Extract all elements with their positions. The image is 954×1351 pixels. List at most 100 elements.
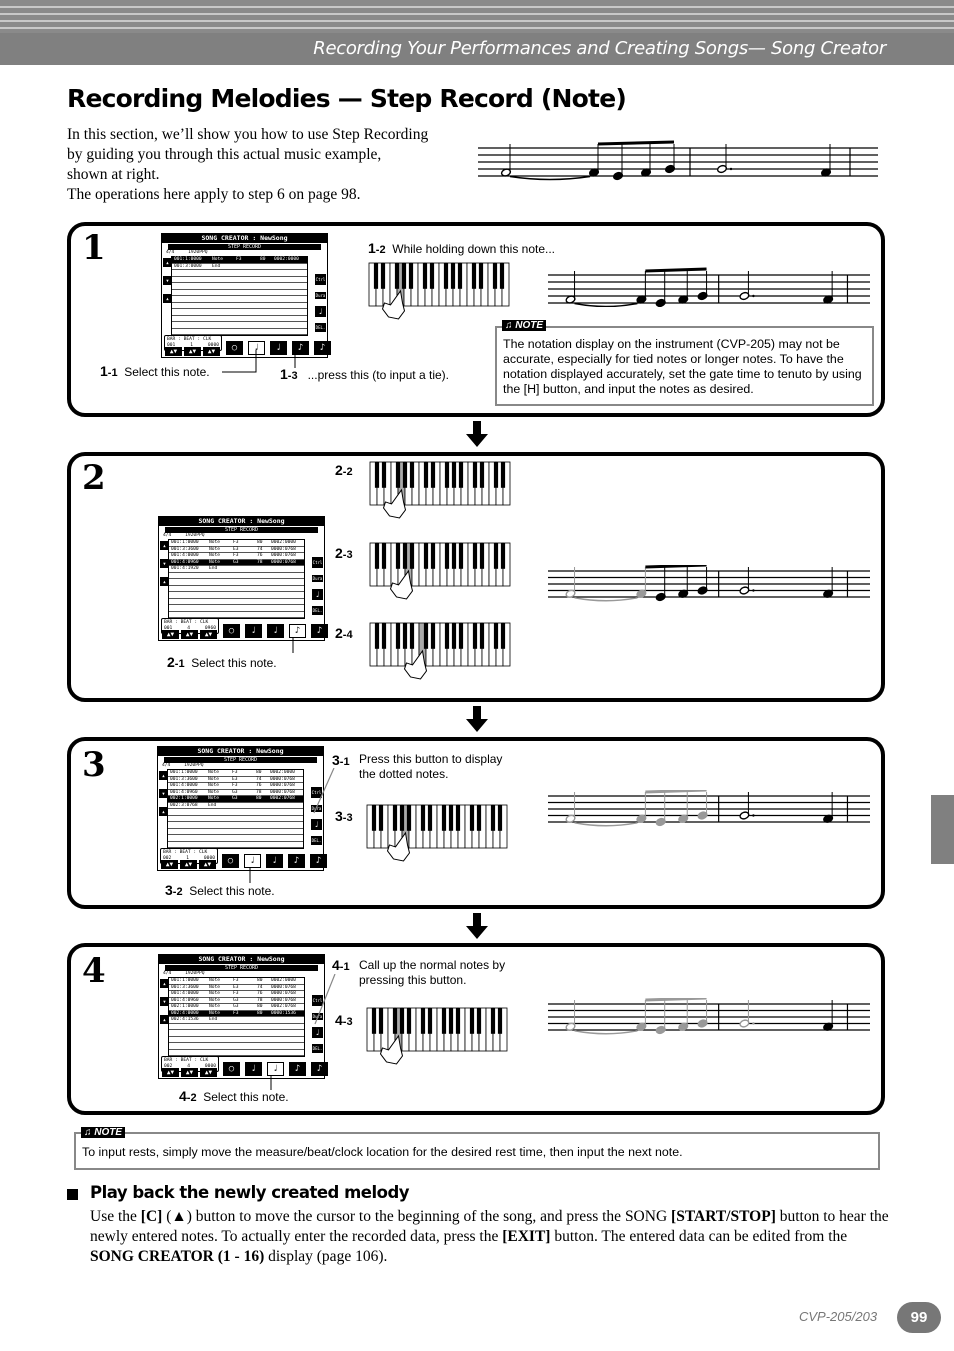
tie xyxy=(574,822,638,827)
intro-text: In this section, we’ll show you how to u… xyxy=(67,125,467,205)
note-type-button[interactable]: ♩ xyxy=(312,589,323,600)
body-text-segment: display (page 106). xyxy=(264,1248,388,1265)
note-length-button[interactable]: ♩ xyxy=(245,624,262,638)
beam xyxy=(645,998,707,1002)
duration-button[interactable]: Dura xyxy=(315,292,326,299)
note-length-button[interactable]: ♩ xyxy=(266,854,283,868)
black-key xyxy=(455,1008,461,1034)
cursor-top-button[interactable]: ▲ xyxy=(160,577,169,586)
label-2-3: 2-3 xyxy=(335,545,353,561)
note-type-button[interactable]: ♩ xyxy=(315,306,326,317)
cursor-up-button[interactable]: ▲ xyxy=(160,979,169,988)
delete-button[interactable]: DEL. xyxy=(312,1044,323,1053)
counter-up-down-button[interactable]: ▲▼ xyxy=(180,860,197,869)
counter-up-down-button[interactable]: ▲▼ xyxy=(200,1068,217,1077)
black-key xyxy=(427,805,433,831)
cursor-down-button[interactable]: ▼ xyxy=(163,276,172,285)
note-length-button[interactable]: ♪ xyxy=(314,341,331,355)
black-key xyxy=(448,1008,454,1034)
note-length-button[interactable]: ♪ xyxy=(310,854,327,868)
counter-up-down-button[interactable]: ▲▼ xyxy=(181,630,198,639)
cursor-down-button[interactable]: ▼ xyxy=(160,997,169,1006)
black-key xyxy=(478,263,484,289)
black-key xyxy=(378,805,384,831)
label-3-2: 3-2 Select this note. xyxy=(165,882,275,898)
cursor-down-button[interactable]: ▼ xyxy=(159,789,168,798)
counter-up-down-button[interactable]: ▲▼ xyxy=(162,1068,179,1077)
counter-up-down-button[interactable]: ▲▼ xyxy=(181,1068,198,1077)
note-length-button[interactable]: ♪ xyxy=(288,854,305,868)
lcd-display: SONG CREATOR : NewSong STEP RECORD 4/4 192… xyxy=(158,954,328,1079)
note-length-button[interactable]: ♩ xyxy=(270,341,287,355)
label-1-3: 1-3 ...press this (to input a tie). xyxy=(280,366,449,382)
note-tag: ♫ NOTE xyxy=(502,320,547,331)
cursor-top-button[interactable]: ▲ xyxy=(160,1015,169,1024)
black-key xyxy=(406,805,412,831)
cursor-down-button[interactable]: ▼ xyxy=(160,559,169,568)
counter-up-down-button[interactable]: ▲▼ xyxy=(165,347,182,356)
note-length-button[interactable]: ♪ xyxy=(289,1062,306,1076)
lcd-event-list: 001:1:0000 Note F3 80 0002:0000 001:3:0000 End xyxy=(171,256,308,336)
label-2-1: 2-1 Select this note. xyxy=(167,654,277,670)
black-key xyxy=(448,805,454,831)
dot xyxy=(752,589,755,592)
delete-button[interactable]: DEL. xyxy=(315,323,326,332)
bottom-note-text: To input rests, simply move the measure/… xyxy=(82,1145,683,1159)
cursor-up-button[interactable]: ▲ xyxy=(159,771,168,780)
black-key xyxy=(472,623,478,649)
ctrl-vel-button[interactable]: Ctrl xyxy=(315,274,326,285)
note-length-button[interactable]: ♩ xyxy=(267,1062,284,1076)
counter-up-down-button[interactable]: ▲▼ xyxy=(162,630,179,639)
note-length-button[interactable]: ○ xyxy=(222,854,239,868)
label-1-1: 1-1 Select this note. xyxy=(100,363,210,379)
intro-line: by guiding you through this actual music… xyxy=(67,146,382,163)
note-length-button[interactable]: ○ xyxy=(223,1062,240,1076)
cursor-top-button[interactable]: ▲ xyxy=(163,294,172,303)
black-key xyxy=(395,462,401,488)
black-key xyxy=(490,1008,496,1034)
black-key xyxy=(450,263,456,289)
duration-button[interactable]: Dura xyxy=(312,575,323,582)
counter-up-down-button[interactable]: ▲▼ xyxy=(199,860,216,869)
black-key xyxy=(430,623,436,649)
note-length-button[interactable]: ♪ xyxy=(289,624,306,638)
cursor-up-button[interactable]: ▲ xyxy=(160,541,169,550)
counter-up-down-button[interactable]: ▲▼ xyxy=(200,630,217,639)
lcd-event-list: 001:1:0000 Note F3 80 0002:0000 001:3:3600 Not… xyxy=(168,539,305,619)
black-key xyxy=(420,1008,426,1034)
leader-line xyxy=(270,1076,272,1090)
black-key xyxy=(381,543,387,569)
cursor-up-button[interactable]: ▲ xyxy=(163,258,172,267)
label-1-2: 1-2 While holding down this note... xyxy=(368,240,556,256)
black-key xyxy=(399,1008,405,1034)
ctrl-vel-button[interactable]: Ctrl xyxy=(312,557,323,568)
black-key xyxy=(469,805,475,831)
counter-up-down-button[interactable]: ▲▼ xyxy=(203,347,220,356)
black-key xyxy=(423,462,429,488)
black-key xyxy=(430,543,436,569)
lcd-title: SONG CREATOR : NewSong xyxy=(159,517,324,526)
delete-button[interactable]: DEL. xyxy=(311,836,322,845)
black-key xyxy=(409,623,415,649)
page-number: 99 xyxy=(910,1309,928,1326)
note-type-button[interactable]: ♩ xyxy=(311,819,322,830)
button-reference: [C] xyxy=(140,1208,163,1225)
counter-up-down-button[interactable]: ▲▼ xyxy=(184,347,201,356)
note-length-button[interactable]: ♩ xyxy=(245,1062,262,1076)
delete-button[interactable]: DEL. xyxy=(312,606,323,615)
lcd-screen-step-1: SONG CREATOR : NewSong STEP RECORD 4/4 192… xyxy=(161,233,331,358)
square-bullet-icon xyxy=(67,1189,78,1200)
down-arrow-icon xyxy=(466,706,488,732)
step-1-number: 1 xyxy=(82,228,106,268)
black-key xyxy=(441,805,447,831)
footer-model: CVP-205/203 xyxy=(799,1309,878,1324)
note-length-button[interactable]: ♪ xyxy=(311,624,328,638)
note-length-button[interactable]: ○ xyxy=(223,624,240,638)
note-length-button[interactable]: ♩ xyxy=(244,854,261,868)
counter-up-down-button[interactable]: ▲▼ xyxy=(161,860,178,869)
note-length-button[interactable]: ♩ xyxy=(267,624,284,638)
black-key xyxy=(394,263,400,289)
cursor-top-button[interactable]: ▲ xyxy=(159,807,168,816)
note-length-button[interactable]: ♪ xyxy=(311,1062,328,1076)
lcd-display: SONG CREATOR : NewSong STEP RECORD 4/4 192… xyxy=(161,233,331,358)
